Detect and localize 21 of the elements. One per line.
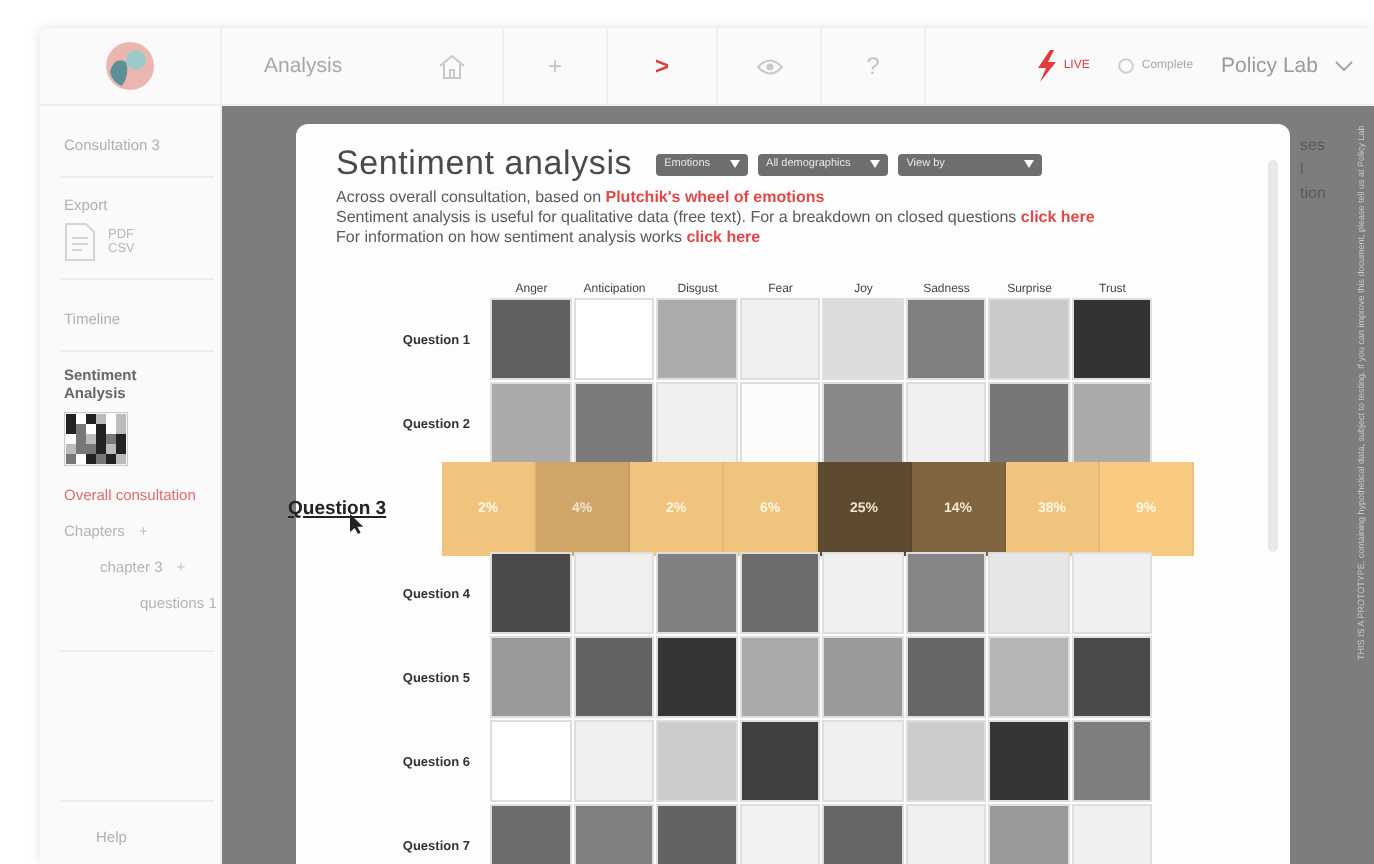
eye-icon (755, 57, 783, 75)
panel-title: Sentiment analysis (336, 144, 633, 184)
description-text: Sentiment analysis is useful for qualitative data (free text). For a breakdown on closed questions click here (336, 208, 1097, 228)
description-text: For information on how sentiment analysis works click here (336, 228, 763, 248)
chevron-icon (1334, 60, 1354, 72)
heatmap-thumbnail-drawing (64, 412, 128, 466)
home-icon (437, 53, 465, 79)
logo-icon (104, 40, 156, 92)
caret-icon (1024, 160, 1035, 168)
document-icon[interactable] (64, 222, 96, 262)
section-title: Analysis (262, 54, 345, 78)
nav-button[interactable]: > (608, 28, 718, 104)
text-link[interactable]: click here (1020, 208, 1095, 226)
lightning-icon (1033, 50, 1058, 82)
text-link[interactable]: click here (686, 228, 761, 246)
account-menu[interactable]: Policy Lab (1221, 54, 1354, 78)
caret-icon (730, 160, 741, 168)
text-link[interactable]: Plutchik's wheel of emotions (605, 188, 825, 206)
caret-icon (870, 160, 881, 168)
circle-icon (1117, 58, 1134, 74)
description-text: Across overall consultation, based on Plutchik's wheel of emotions (336, 188, 827, 208)
